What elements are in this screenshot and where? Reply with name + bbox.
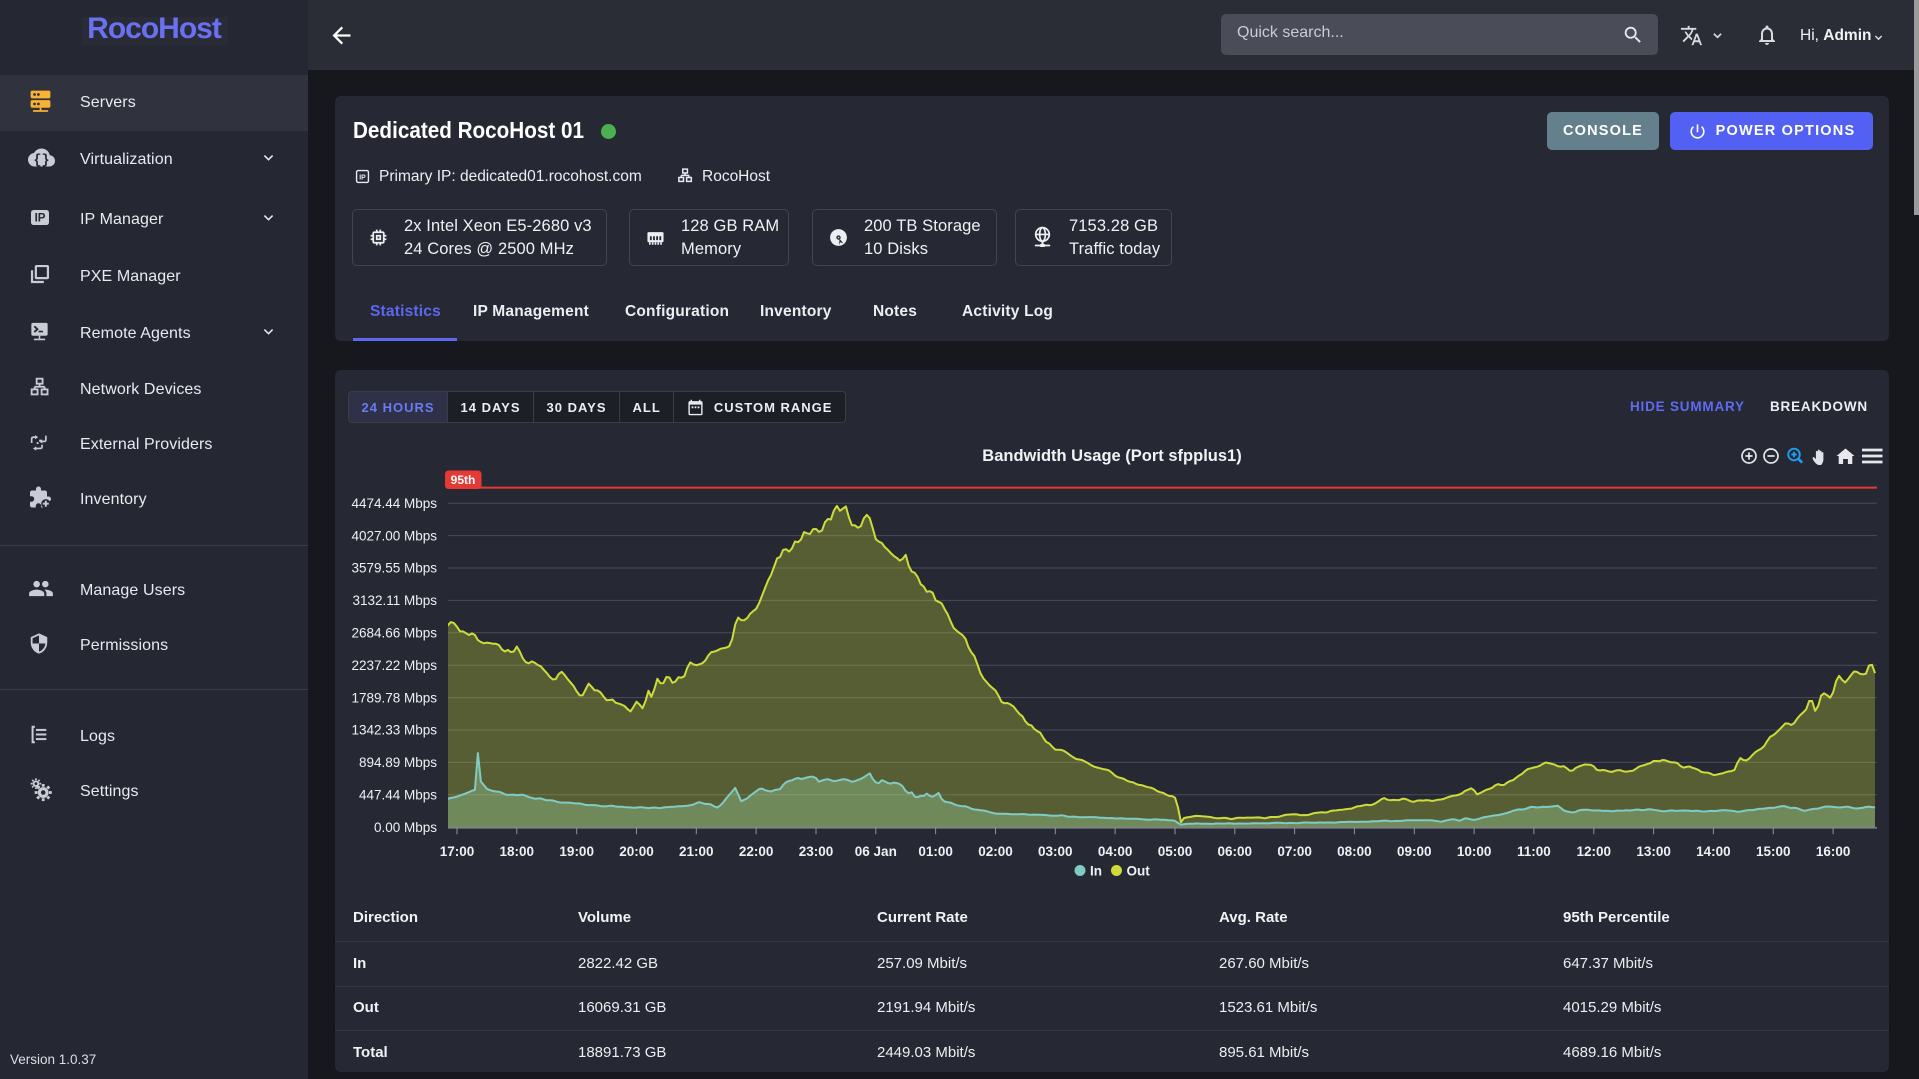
svg-text:22:00: 22:00: [739, 844, 774, 859]
svg-text:14:00: 14:00: [1696, 844, 1731, 859]
svg-text:15:00: 15:00: [1756, 844, 1791, 859]
svg-text:17:00: 17:00: [440, 844, 475, 859]
svg-text:IP: IP: [35, 213, 46, 225]
svg-text:02:00: 02:00: [978, 844, 1013, 859]
svg-text:447.44 Mbps: 447.44 Mbps: [359, 788, 437, 803]
svg-text:{}: {}: [33, 153, 49, 168]
svg-text:Out: Out: [1127, 864, 1151, 879]
svg-text:20:00: 20:00: [619, 844, 654, 859]
svg-text:95th: 95th: [451, 473, 476, 487]
svg-text:11:00: 11:00: [1517, 844, 1551, 859]
svg-text:16:00: 16:00: [1816, 844, 1851, 859]
svg-text:3579.55 Mbps: 3579.55 Mbps: [351, 561, 437, 576]
svg-text:1789.78 Mbps: 1789.78 Mbps: [351, 690, 437, 705]
svg-text:In: In: [1090, 864, 1102, 879]
svg-text:23:00: 23:00: [799, 844, 834, 859]
svg-text:894.89 Mbps: 894.89 Mbps: [359, 755, 437, 770]
svg-text:06:00: 06:00: [1218, 844, 1253, 859]
svg-text:2237.22 Mbps: 2237.22 Mbps: [351, 658, 437, 673]
svg-text:04:00: 04:00: [1098, 844, 1133, 859]
svg-text:13:00: 13:00: [1636, 844, 1671, 859]
svg-text:12:00: 12:00: [1577, 844, 1612, 859]
svg-text:0.00 Mbps: 0.00 Mbps: [374, 820, 437, 835]
svg-text:10:00: 10:00: [1457, 844, 1492, 859]
svg-text:06 Jan: 06 Jan: [855, 844, 897, 859]
svg-text:18:00: 18:00: [500, 844, 535, 859]
svg-text:07:00: 07:00: [1277, 844, 1312, 859]
svg-text:4474.44 Mbps: 4474.44 Mbps: [351, 496, 437, 511]
svg-text:3132.11 Mbps: 3132.11 Mbps: [352, 593, 437, 608]
svg-text:09:00: 09:00: [1397, 844, 1432, 859]
svg-text:19:00: 19:00: [559, 844, 594, 859]
svg-text:1342.33 Mbps: 1342.33 Mbps: [351, 723, 437, 738]
svg-text:2684.66 Mbps: 2684.66 Mbps: [351, 626, 437, 641]
svg-text:4027.00 Mbps: 4027.00 Mbps: [351, 528, 437, 543]
svg-text:08:00: 08:00: [1337, 844, 1372, 859]
svg-text:03:00: 03:00: [1038, 844, 1073, 859]
svg-text:05:00: 05:00: [1158, 844, 1193, 859]
svg-text:IP: IP: [359, 174, 366, 181]
svg-text:21:00: 21:00: [679, 844, 714, 859]
svg-text:01:00: 01:00: [918, 844, 953, 859]
